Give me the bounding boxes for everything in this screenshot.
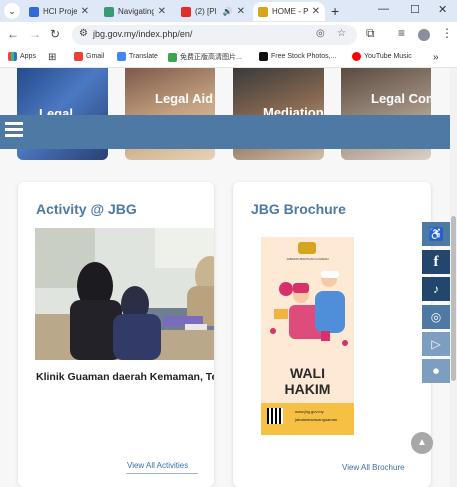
page-scrollbar[interactable] bbox=[450, 68, 457, 487]
brochure-footer-text: www.jbg.gov.my bbox=[295, 409, 324, 414]
youtube-icon[interactable]: ▷ bbox=[422, 332, 450, 356]
activity-photo[interactable] bbox=[35, 228, 214, 360]
coat-of-arms-icon bbox=[298, 242, 316, 254]
brochure-headline: WALI bbox=[290, 365, 325, 381]
bookmark-star-icon[interactable]: ☆ bbox=[337, 28, 346, 39]
link-underline bbox=[126, 473, 198, 474]
brochure-title: JBG Brochure bbox=[251, 201, 346, 217]
brochure-image[interactable]: JABATAN BANTUAN GUAMAN WALI HAKIM www.jb… bbox=[261, 237, 354, 435]
hamburger-menu-icon[interactable] bbox=[5, 122, 23, 138]
close-window-icon[interactable]: ✕ bbox=[438, 3, 447, 16]
address-bar[interactable]: ⚙ jbg.gov.my/index.php/en/ ◎ ☆ bbox=[72, 25, 357, 45]
speaker-icon[interactable]: 🔊 bbox=[223, 7, 233, 16]
service-caption: Legal Aid bbox=[155, 91, 214, 106]
accessibility-icon[interactable]: ♿ bbox=[422, 222, 450, 246]
site-icon bbox=[259, 52, 268, 61]
bookmark-gmail[interactable]: Gmail bbox=[74, 52, 104, 61]
grid-icon: ⊞ bbox=[48, 52, 57, 63]
gmail-icon bbox=[74, 52, 83, 61]
tab-home[interactable]: HOME - P ✕ bbox=[253, 2, 325, 21]
brochure-card: JBG Brochure JABATAN BANTUAN GUAMAN WALI… bbox=[233, 182, 431, 487]
activity-card: Activity @ JBG Klinik Guaman daerah Kema… bbox=[18, 182, 214, 487]
youtube-music-icon bbox=[352, 52, 361, 61]
brochure-footer-text: jabatanbantuanguaman bbox=[295, 417, 338, 422]
tab-search-button[interactable]: ⌄ bbox=[4, 3, 20, 19]
media-control-icon[interactable]: ≡ bbox=[398, 26, 405, 40]
profile-avatar[interactable] bbox=[418, 29, 430, 41]
browser-toolbar: ← → ↻ ⚙ jbg.gov.my/index.php/en/ ◎ ☆ ⧉ ≡… bbox=[0, 22, 457, 48]
qr-code-icon bbox=[267, 408, 283, 424]
scroll-to-top-button[interactable]: ▲ bbox=[411, 432, 433, 454]
close-icon[interactable]: ✕ bbox=[237, 6, 245, 17]
site-icon bbox=[168, 52, 177, 62]
tab-strip: ⌄ HCI Projec ✕ Navigating ✕ (2) [Pl 🔊 ✕ … bbox=[0, 0, 457, 22]
reload-icon[interactable]: ↻ bbox=[50, 27, 60, 41]
bookmark-grid[interactable]: ⊞ bbox=[48, 52, 59, 63]
site-navbar bbox=[0, 115, 450, 149]
bookmark-translate[interactable]: Translate bbox=[117, 52, 158, 61]
tiktok-icon[interactable]: ♪ bbox=[422, 277, 450, 301]
tracking-off-icon[interactable]: ◎ bbox=[316, 28, 325, 39]
extensions-icon[interactable]: ⧉ bbox=[366, 26, 375, 41]
view-all-activities-link[interactable]: View All Activities bbox=[127, 461, 188, 470]
site-icon bbox=[258, 6, 268, 17]
translate-icon bbox=[117, 52, 126, 61]
bookmarks-bar: Apps ⊞ Gmail Translate 免费正版高清图片... Free … bbox=[0, 48, 457, 68]
tab-hci-project[interactable]: HCI Projec ✕ bbox=[24, 2, 94, 21]
site-icon bbox=[104, 6, 114, 17]
video-icon[interactable]: ⏺ bbox=[422, 359, 450, 383]
activity-caption: Klinik Guaman daerah Kemaman, Terengganu bbox=[36, 371, 214, 383]
bookmark-free-stock-photos[interactable]: Free Stock Photos,... bbox=[259, 52, 336, 61]
close-icon[interactable]: ✕ bbox=[81, 6, 89, 17]
scrollbar-thumb[interactable] bbox=[451, 216, 456, 381]
service-caption: Legal Companion bbox=[371, 91, 431, 106]
back-icon[interactable]: ← bbox=[7, 27, 19, 41]
new-tab-button[interactable]: + bbox=[331, 3, 339, 19]
apps-grid-icon bbox=[8, 52, 17, 61]
tab-youtube[interactable]: (2) [Pl 🔊 ✕ bbox=[176, 2, 250, 21]
close-icon[interactable]: ✕ bbox=[312, 6, 320, 17]
instagram-icon[interactable]: ◎ bbox=[422, 305, 450, 329]
youtube-icon bbox=[181, 6, 191, 17]
forward-icon[interactable]: → bbox=[29, 27, 41, 41]
site-settings-icon[interactable]: ⚙ bbox=[79, 28, 88, 39]
maximize-icon[interactable]: ☐ bbox=[410, 3, 420, 16]
bookmark-apps[interactable]: Apps bbox=[8, 52, 36, 61]
more-bookmarks-icon[interactable]: » bbox=[433, 52, 439, 63]
close-icon[interactable]: ✕ bbox=[158, 6, 166, 17]
view-all-brochure-link[interactable]: View All Brochure bbox=[342, 463, 405, 472]
facebook-icon[interactable]: f bbox=[422, 250, 450, 274]
bookmark-youtube-music[interactable]: YouTube Music bbox=[352, 52, 412, 61]
bookmark-free-images[interactable]: 免费正版高清图片... bbox=[168, 52, 242, 62]
minimize-icon[interactable]: — bbox=[378, 3, 389, 15]
tab-navigating[interactable]: Navigating ✕ bbox=[99, 2, 171, 21]
page-viewport: Legal Legal Aid Mediation Legal Companio… bbox=[0, 68, 457, 487]
activity-title: Activity @ JBG bbox=[36, 201, 137, 217]
menu-dots-icon[interactable]: ⋮ bbox=[441, 26, 453, 40]
brochure-headline: HAKIM bbox=[284, 381, 331, 397]
docs-icon bbox=[29, 6, 39, 17]
brochure-footer: www.jbg.gov.my jabatanbantuanguaman bbox=[261, 403, 354, 435]
